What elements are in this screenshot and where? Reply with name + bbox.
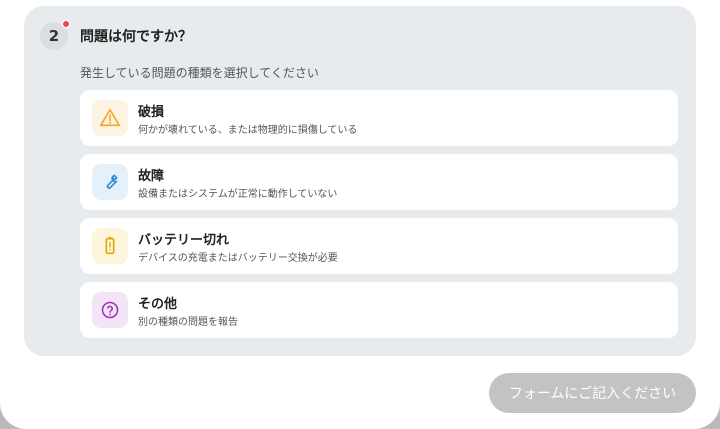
- option-battery[interactable]: バッテリー切れ デバイスの充電またはバッテリー交換が必要: [80, 218, 678, 274]
- required-dot: [62, 20, 70, 28]
- option-description: 別の種類の問題を報告: [138, 317, 238, 328]
- option-title: その他: [138, 297, 178, 312]
- form-sheet: 2 問題は何ですか？ 発生している問題の種類を選択してください 破損 何かが壊れ…: [0, 0, 720, 429]
- option-description: デバイスの充電またはバッテリー交換が必要: [138, 253, 338, 264]
- option-malfunction[interactable]: 故障 設備またはシステムが正常に動作していない: [80, 154, 678, 210]
- submit-button[interactable]: フォームにご記入ください: [489, 373, 696, 413]
- question-title: 問題は何ですか？: [80, 29, 192, 45]
- option-title: 破損: [138, 105, 165, 120]
- option-title: バッテリー切れ: [138, 233, 230, 248]
- question-hint: 発生している問題の種類を選択してください: [80, 66, 319, 80]
- wrench-icon: [92, 164, 128, 200]
- question-circle-icon: [92, 292, 128, 328]
- option-title: 故障: [138, 169, 165, 184]
- warning-icon: [92, 100, 128, 136]
- option-damage[interactable]: 破損 何かが壊れている、または物理的に損傷している: [80, 90, 678, 146]
- option-description: 設備またはシステムが正常に動作していない: [138, 189, 338, 200]
- option-other[interactable]: その他 別の種類の問題を報告: [80, 282, 678, 338]
- option-description: 何かが壊れている、または物理的に損傷している: [138, 125, 358, 136]
- battery-icon: [92, 228, 128, 264]
